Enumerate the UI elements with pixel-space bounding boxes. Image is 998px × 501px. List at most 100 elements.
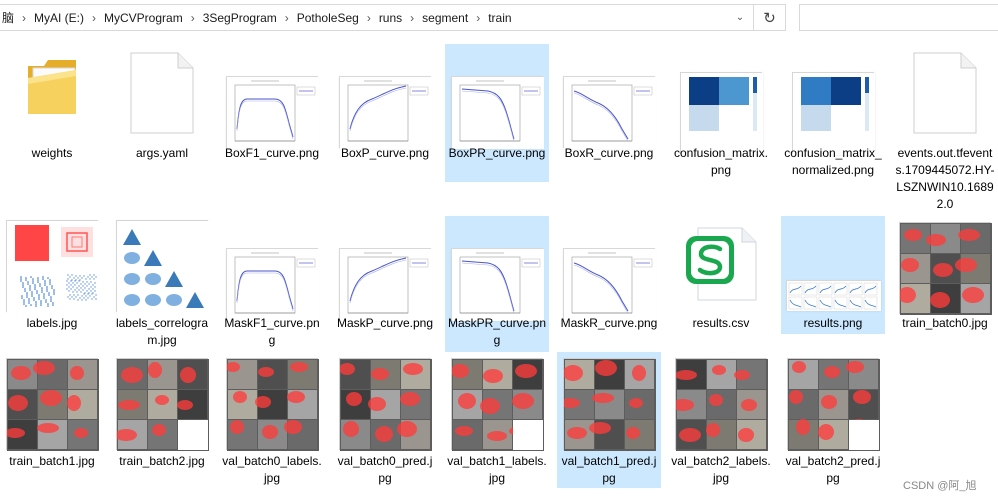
file-item-val1l[interactable]: val_batch1_labels.jpg [445, 352, 549, 485]
image-grid-thumbnail [787, 358, 880, 451]
refresh-icon: ↻ [763, 9, 776, 27]
file-name: val_batch1_pred.jpg [561, 454, 657, 485]
file-name: events.out.tfevents.1709445072.HY-LSZNWI… [895, 146, 995, 211]
file-name: BoxP_curve.png [340, 146, 430, 160]
document-icon [913, 52, 977, 134]
file-item-labelscorr[interactable]: labels_correlogram.jpg [110, 216, 214, 347]
file-item-resultscsv[interactable]: results.csv [669, 216, 773, 346]
explorer-toolbar: 脑 › MyAI (E:) › MyCVProgram › 3SegProgram › Poth… [0, 0, 998, 36]
file-item-val1p[interactable]: val_batch1_pred.jpg [557, 352, 661, 488]
correlogram-thumbnail [116, 220, 211, 315]
file-item-boxp[interactable]: BoxP_curve.png [333, 44, 437, 174]
file-item-maskpr[interactable]: MaskPR_curve.png [445, 216, 549, 352]
file-item-trainb2[interactable]: train_batch2.jpg [110, 352, 214, 482]
file-name: MaskR_curve.png [560, 316, 658, 330]
file-item-boxf1[interactable]: BoxF1_curve.png [220, 44, 324, 174]
image-grid-thumbnail [226, 358, 319, 451]
file-item-boxr[interactable]: BoxR_curve.png [557, 44, 661, 174]
breadcrumb-item[interactable]: MyAI (E:) [31, 11, 87, 25]
file-name: results.png [803, 316, 863, 330]
breadcrumb-item[interactable]: train [485, 11, 514, 25]
file-name: MaskF1_curve.png [224, 316, 320, 347]
file-item-boxpr[interactable]: BoxPR_curve.png [445, 44, 549, 182]
file-name: confusion_matrix_normalized.png [784, 146, 882, 177]
file-name: MaskPR_curve.png [447, 316, 547, 347]
breadcrumb-item[interactable]: MyCVProgram [101, 11, 186, 25]
file-item-resultspng[interactable]: results.png [781, 216, 885, 334]
file-name: train_batch0.jpg [902, 316, 988, 330]
image-grid-thumbnail [672, 358, 768, 451]
curve-plot-thumbnail [339, 76, 432, 149]
file-item-weights[interactable]: weights [0, 44, 104, 174]
search-input[interactable] [799, 4, 998, 31]
breadcrumb-separator-icon[interactable]: › [362, 11, 376, 25]
breadcrumb-separator-icon[interactable]: › [405, 11, 419, 25]
file-item-maskr[interactable]: MaskR_curve.png [557, 216, 661, 346]
curve-plot-thumbnail [563, 76, 656, 149]
refresh-button[interactable]: ↻ [754, 4, 786, 31]
image-grid-thumbnail [451, 358, 544, 451]
file-name: BoxF1_curve.png [224, 146, 320, 160]
file-item-trainb0[interactable]: train_batch0.jpg [893, 216, 997, 346]
file-name: labels.jpg [26, 316, 78, 330]
file-name: labels_correlogram.jpg [115, 316, 209, 347]
results-plot-thumbnail [786, 280, 881, 311]
curve-plot-thumbnail [226, 76, 319, 149]
curve-plot-thumbnail [451, 248, 544, 321]
file-item-args[interactable]: args.yaml [110, 44, 214, 174]
curve-plot-thumbnail [451, 76, 544, 149]
file-item-val2p[interactable]: val_batch2_pred.jpg [781, 352, 885, 485]
curve-plot-thumbnail [226, 248, 319, 321]
file-item-confn[interactable]: confusion_matrix_normalized.png [781, 44, 885, 177]
file-item-maskf1[interactable]: MaskF1_curve.png [220, 216, 324, 347]
address-history-dropdown-icon[interactable]: ⌄ [733, 11, 747, 25]
file-name: val_batch2_pred.jpg [785, 454, 881, 485]
file-name: results.csv [692, 316, 750, 330]
confusion-matrix-thumbnail [680, 72, 763, 155]
curve-plot-thumbnail [563, 248, 656, 321]
breadcrumb-item[interactable]: runs [376, 11, 405, 25]
file-name: MaskP_curve.png [336, 316, 434, 330]
file-name: train_batch1.jpg [9, 454, 95, 468]
file-name: args.yaml [135, 146, 188, 160]
confusion-matrix-thumbnail [792, 72, 875, 155]
folder-icon [24, 56, 80, 118]
watermark: CSDN @阿_旭 [903, 480, 977, 492]
breadcrumb-separator-icon[interactable]: › [186, 11, 200, 25]
file-name: val_batch0_labels.jpg [222, 454, 322, 485]
breadcrumb-separator-icon[interactable]: › [17, 11, 31, 25]
image-grid-thumbnail [339, 358, 432, 451]
breadcrumb-separator-icon[interactable]: › [280, 11, 294, 25]
file-item-val2l[interactable]: val_batch2_labels.jpg [669, 352, 773, 485]
image-grid-thumbnail [5, 358, 99, 451]
file-name: val_batch2_labels.jpg [671, 454, 771, 485]
curve-plot-thumbnail [339, 248, 432, 321]
file-name: train_batch2.jpg [119, 454, 205, 468]
image-grid-thumbnail [898, 222, 992, 315]
image-grid-thumbnail [560, 358, 656, 451]
breadcrumb-item[interactable]: 脑 [0, 9, 17, 26]
file-item-events[interactable]: events.out.tfevents.1709445072.HY-LSZNWI… [893, 44, 997, 211]
file-name: BoxPR_curve.png [448, 146, 546, 160]
labels-plot-thumbnail [6, 220, 101, 315]
file-item-labels[interactable]: labels.jpg [0, 216, 104, 346]
file-name: val_batch1_labels.jpg [447, 454, 547, 485]
document-icon [130, 52, 194, 134]
file-item-val0l[interactable]: val_batch0_labels.jpg [220, 352, 324, 485]
breadcrumb-item[interactable]: PotholeSeg [294, 11, 362, 25]
address-bar[interactable]: 脑 › MyAI (E:) › MyCVProgram › 3SegProgram › Poth… [0, 4, 754, 31]
file-item-conf[interactable]: confusion_matrix.png [669, 44, 773, 177]
file-name: val_batch0_pred.jpg [337, 454, 433, 485]
spreadsheet-icon [684, 222, 758, 304]
file-item-val0p[interactable]: val_batch0_pred.jpg [333, 352, 437, 485]
breadcrumb-item[interactable]: segment [419, 11, 471, 25]
breadcrumb-separator-icon[interactable]: › [471, 11, 485, 25]
file-item-maskp[interactable]: MaskP_curve.png [333, 216, 437, 346]
file-item-trainb1[interactable]: train_batch1.jpg [0, 352, 104, 482]
file-name: confusion_matrix.png [673, 146, 769, 177]
file-name: BoxR_curve.png [564, 146, 654, 160]
breadcrumb-separator-icon[interactable]: › [87, 11, 101, 25]
image-grid-thumbnail [115, 358, 209, 451]
file-name: weights [31, 146, 73, 160]
breadcrumb-item[interactable]: 3SegProgram [200, 11, 280, 25]
